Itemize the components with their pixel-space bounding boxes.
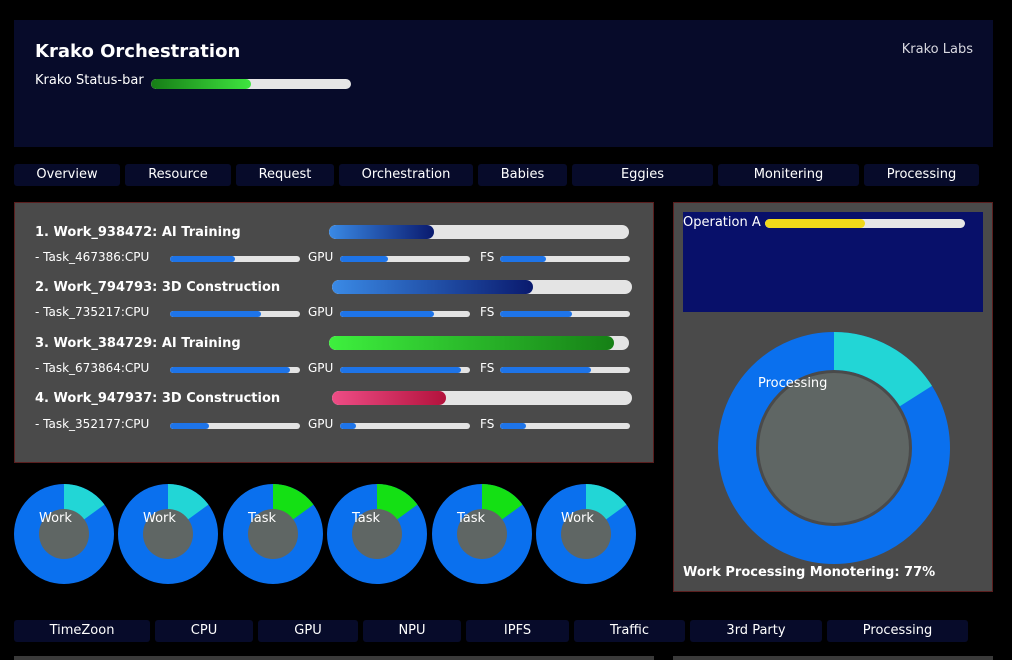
- fs-bar: [500, 367, 630, 373]
- work-progress-fill: [329, 336, 614, 350]
- operation-label: Operation A: [683, 215, 761, 230]
- tab-gpu[interactable]: GPU: [258, 620, 358, 642]
- processing-donut-label: Processing: [758, 376, 828, 391]
- gpu-label: GPU: [308, 417, 334, 431]
- work-progress-bar: [332, 391, 632, 405]
- work-progress-bar: [332, 280, 632, 294]
- tab-eggies[interactable]: Eggies: [572, 164, 713, 186]
- tab-traffic[interactable]: Traffic: [574, 620, 685, 642]
- gpu-label: GPU: [308, 361, 334, 375]
- tab-monitering[interactable]: Monitering: [718, 164, 859, 186]
- gpu-bar: [340, 423, 470, 429]
- tab-babies[interactable]: Babies: [478, 164, 567, 186]
- small-donut: [14, 484, 114, 584]
- work-title: 1. Work_938472: AI Training: [35, 225, 241, 240]
- gpu-bar: [340, 256, 470, 262]
- main-nav: Overview Resource Request Orchestration …: [0, 164, 1012, 187]
- small-donut-label: Task: [457, 511, 486, 526]
- fs-label: FS: [480, 417, 495, 431]
- work-progress-fill: [329, 225, 434, 239]
- cpu-bar: [170, 311, 300, 317]
- app-title: Krako Orchestration: [35, 41, 241, 62]
- fs-bar-fill: [500, 423, 526, 429]
- small-donut-label: Work: [143, 511, 176, 526]
- cpu-bar-fill: [170, 256, 235, 262]
- work-progress-fill: [332, 280, 533, 294]
- lower-panel-edge: [14, 656, 654, 660]
- work-title: 4. Work_947937: 3D Construction: [35, 391, 281, 406]
- work-title: 3. Work_384729: AI Training: [35, 336, 241, 351]
- task-label: - Task_352177:CPU: [35, 417, 150, 431]
- tab-overview[interactable]: Overview: [14, 164, 120, 186]
- small-donut: [118, 484, 218, 584]
- work-progress-fill: [332, 391, 446, 405]
- cpu-bar: [170, 256, 300, 262]
- tab-processing-bottom[interactable]: Processing: [827, 620, 968, 642]
- task-label: - Task_467386:CPU: [35, 250, 150, 264]
- gpu-bar: [340, 367, 470, 373]
- processing-footer: Work Processing Monotering: 77%: [683, 565, 936, 580]
- cpu-bar: [170, 423, 300, 429]
- tab-cpu[interactable]: CPU: [155, 620, 253, 642]
- status-bar-label: Krako Status-bar: [35, 73, 144, 88]
- small-donut-label: Task: [248, 511, 277, 526]
- work-title: 2. Work_794793: 3D Construction: [35, 280, 281, 295]
- fs-bar-fill: [500, 367, 591, 373]
- work-progress-bar: [329, 336, 629, 350]
- operation-box: Operation A: [683, 212, 983, 312]
- cpu-bar-fill: [170, 311, 261, 317]
- tab-ipfs[interactable]: IPFS: [466, 620, 569, 642]
- tab-3rd-party[interactable]: 3rd Party: [690, 620, 822, 642]
- status-bar: [151, 79, 351, 89]
- small-donut-label: Task: [352, 511, 381, 526]
- gpu-bar-fill: [340, 256, 389, 262]
- tab-resource[interactable]: Resource: [125, 164, 231, 186]
- small-donut: [432, 484, 532, 584]
- tab-request[interactable]: Request: [236, 164, 334, 186]
- fs-label: FS: [480, 361, 495, 375]
- brand-label: Krako Labs: [901, 42, 973, 57]
- gpu-label: GPU: [308, 305, 334, 319]
- fs-label: FS: [480, 305, 495, 319]
- small-donut: [327, 484, 427, 584]
- processing-monitor-panel: Operation A Processing Work Processing M…: [673, 202, 993, 592]
- fs-label: FS: [480, 250, 495, 264]
- fs-bar: [500, 256, 630, 262]
- small-donut-label: Work: [561, 511, 594, 526]
- task-label: - Task_735217:CPU: [35, 305, 150, 319]
- task-label: - Task_673864:CPU: [35, 361, 150, 375]
- cpu-bar: [170, 367, 300, 373]
- fs-bar: [500, 423, 630, 429]
- tab-timezoon[interactable]: TimeZoon: [14, 620, 150, 642]
- operation-progress-fill: [765, 219, 865, 228]
- small-donut: [223, 484, 323, 584]
- lower-right-panel-edge: [673, 656, 993, 660]
- processing-donut: [718, 332, 950, 564]
- operation-progress-bar: [765, 219, 965, 228]
- gpu-bar-fill: [340, 367, 461, 373]
- gpu-bar: [340, 311, 470, 317]
- small-donut-label: Work: [39, 511, 72, 526]
- fs-bar-fill: [500, 256, 546, 262]
- app-header: Krako Orchestration Krako Labs Krako Sta…: [14, 20, 993, 147]
- cpu-bar-fill: [170, 367, 290, 373]
- fs-bar: [500, 311, 630, 317]
- status-bar-fill: [151, 79, 251, 89]
- work-list-panel: 1. Work_938472: AI Training - Task_46738…: [14, 202, 654, 463]
- gpu-bar-fill: [340, 311, 434, 317]
- cpu-bar-fill: [170, 423, 209, 429]
- processing-donut-hole: [759, 373, 909, 523]
- small-donut: [536, 484, 636, 584]
- fs-bar-fill: [500, 311, 572, 317]
- tab-orchestration[interactable]: Orchestration: [339, 164, 473, 186]
- resource-nav: TimeZoon CPU GPU NPU IPFS Traffic 3rd Pa…: [0, 620, 1012, 643]
- tab-processing[interactable]: Processing: [864, 164, 979, 186]
- work-progress-bar: [329, 225, 629, 239]
- gpu-bar-fill: [340, 423, 356, 429]
- tab-npu[interactable]: NPU: [363, 620, 461, 642]
- gpu-label: GPU: [308, 250, 334, 264]
